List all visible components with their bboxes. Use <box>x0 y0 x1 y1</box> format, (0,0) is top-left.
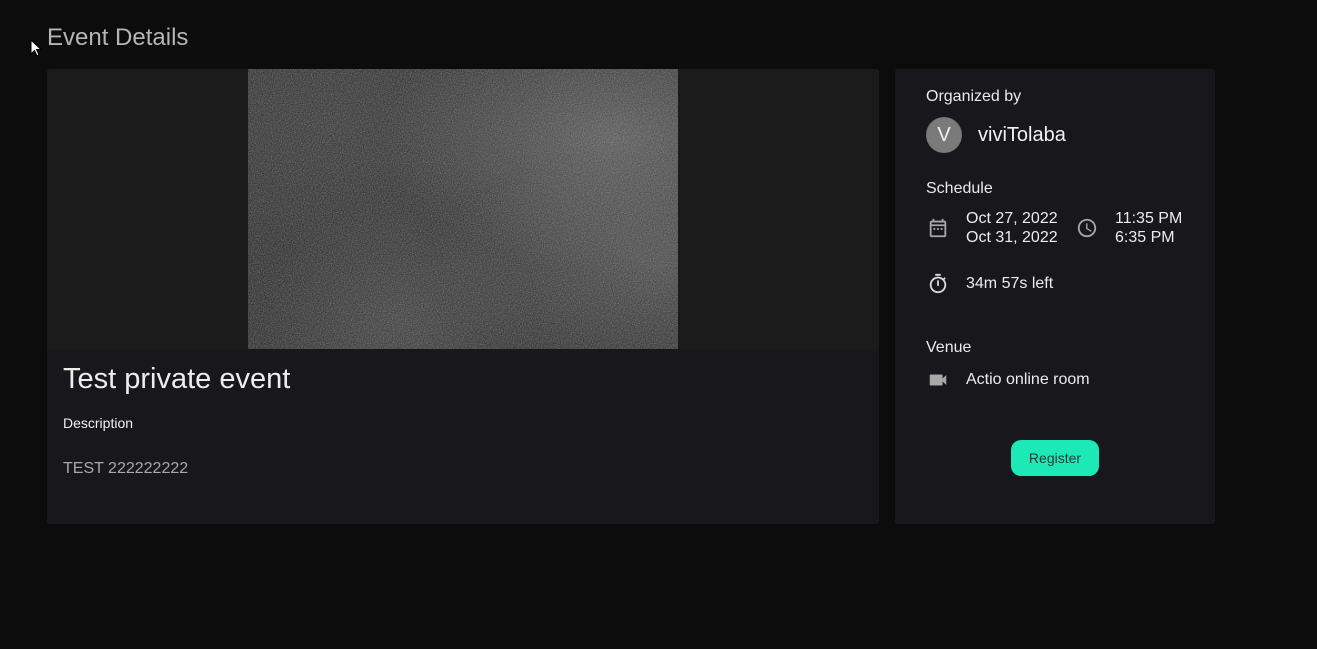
venue-label: Venue <box>926 339 972 356</box>
event-banner-container <box>47 69 879 349</box>
end-date: Oct 31, 2022 <box>966 229 1058 246</box>
organized-by-label: Organized by <box>926 88 1022 105</box>
schedule-label: Schedule <box>926 180 993 197</box>
end-time: 6:35 PM <box>1115 229 1175 246</box>
organizer-avatar[interactable]: V <box>926 117 962 153</box>
event-banner-image <box>248 69 678 349</box>
page-title: Event Details <box>47 24 189 51</box>
calendar-icon <box>927 217 949 239</box>
description-label: Description <box>63 415 134 431</box>
start-date: Oct 27, 2022 <box>966 210 1058 227</box>
event-title: Test private event <box>63 363 291 395</box>
description-text: TEST 222222222 <box>63 460 189 477</box>
timer-icon <box>927 273 949 295</box>
mouse-cursor-icon <box>30 39 42 57</box>
organizer-name[interactable]: viviTolaba <box>978 124 1066 147</box>
register-button[interactable]: Register <box>1011 440 1099 476</box>
time-left: 34m 57s left <box>966 275 1054 292</box>
clock-icon <box>1076 217 1098 239</box>
start-time: 11:35 PM <box>1115 210 1183 227</box>
video-camera-icon <box>927 369 949 391</box>
event-info-card: Organized by V viviTolaba Schedule Oct 2… <box>895 69 1215 524</box>
venue-name[interactable]: Actio online room <box>966 370 1090 389</box>
event-card: Test private event Description TEST 2222… <box>47 69 879 524</box>
